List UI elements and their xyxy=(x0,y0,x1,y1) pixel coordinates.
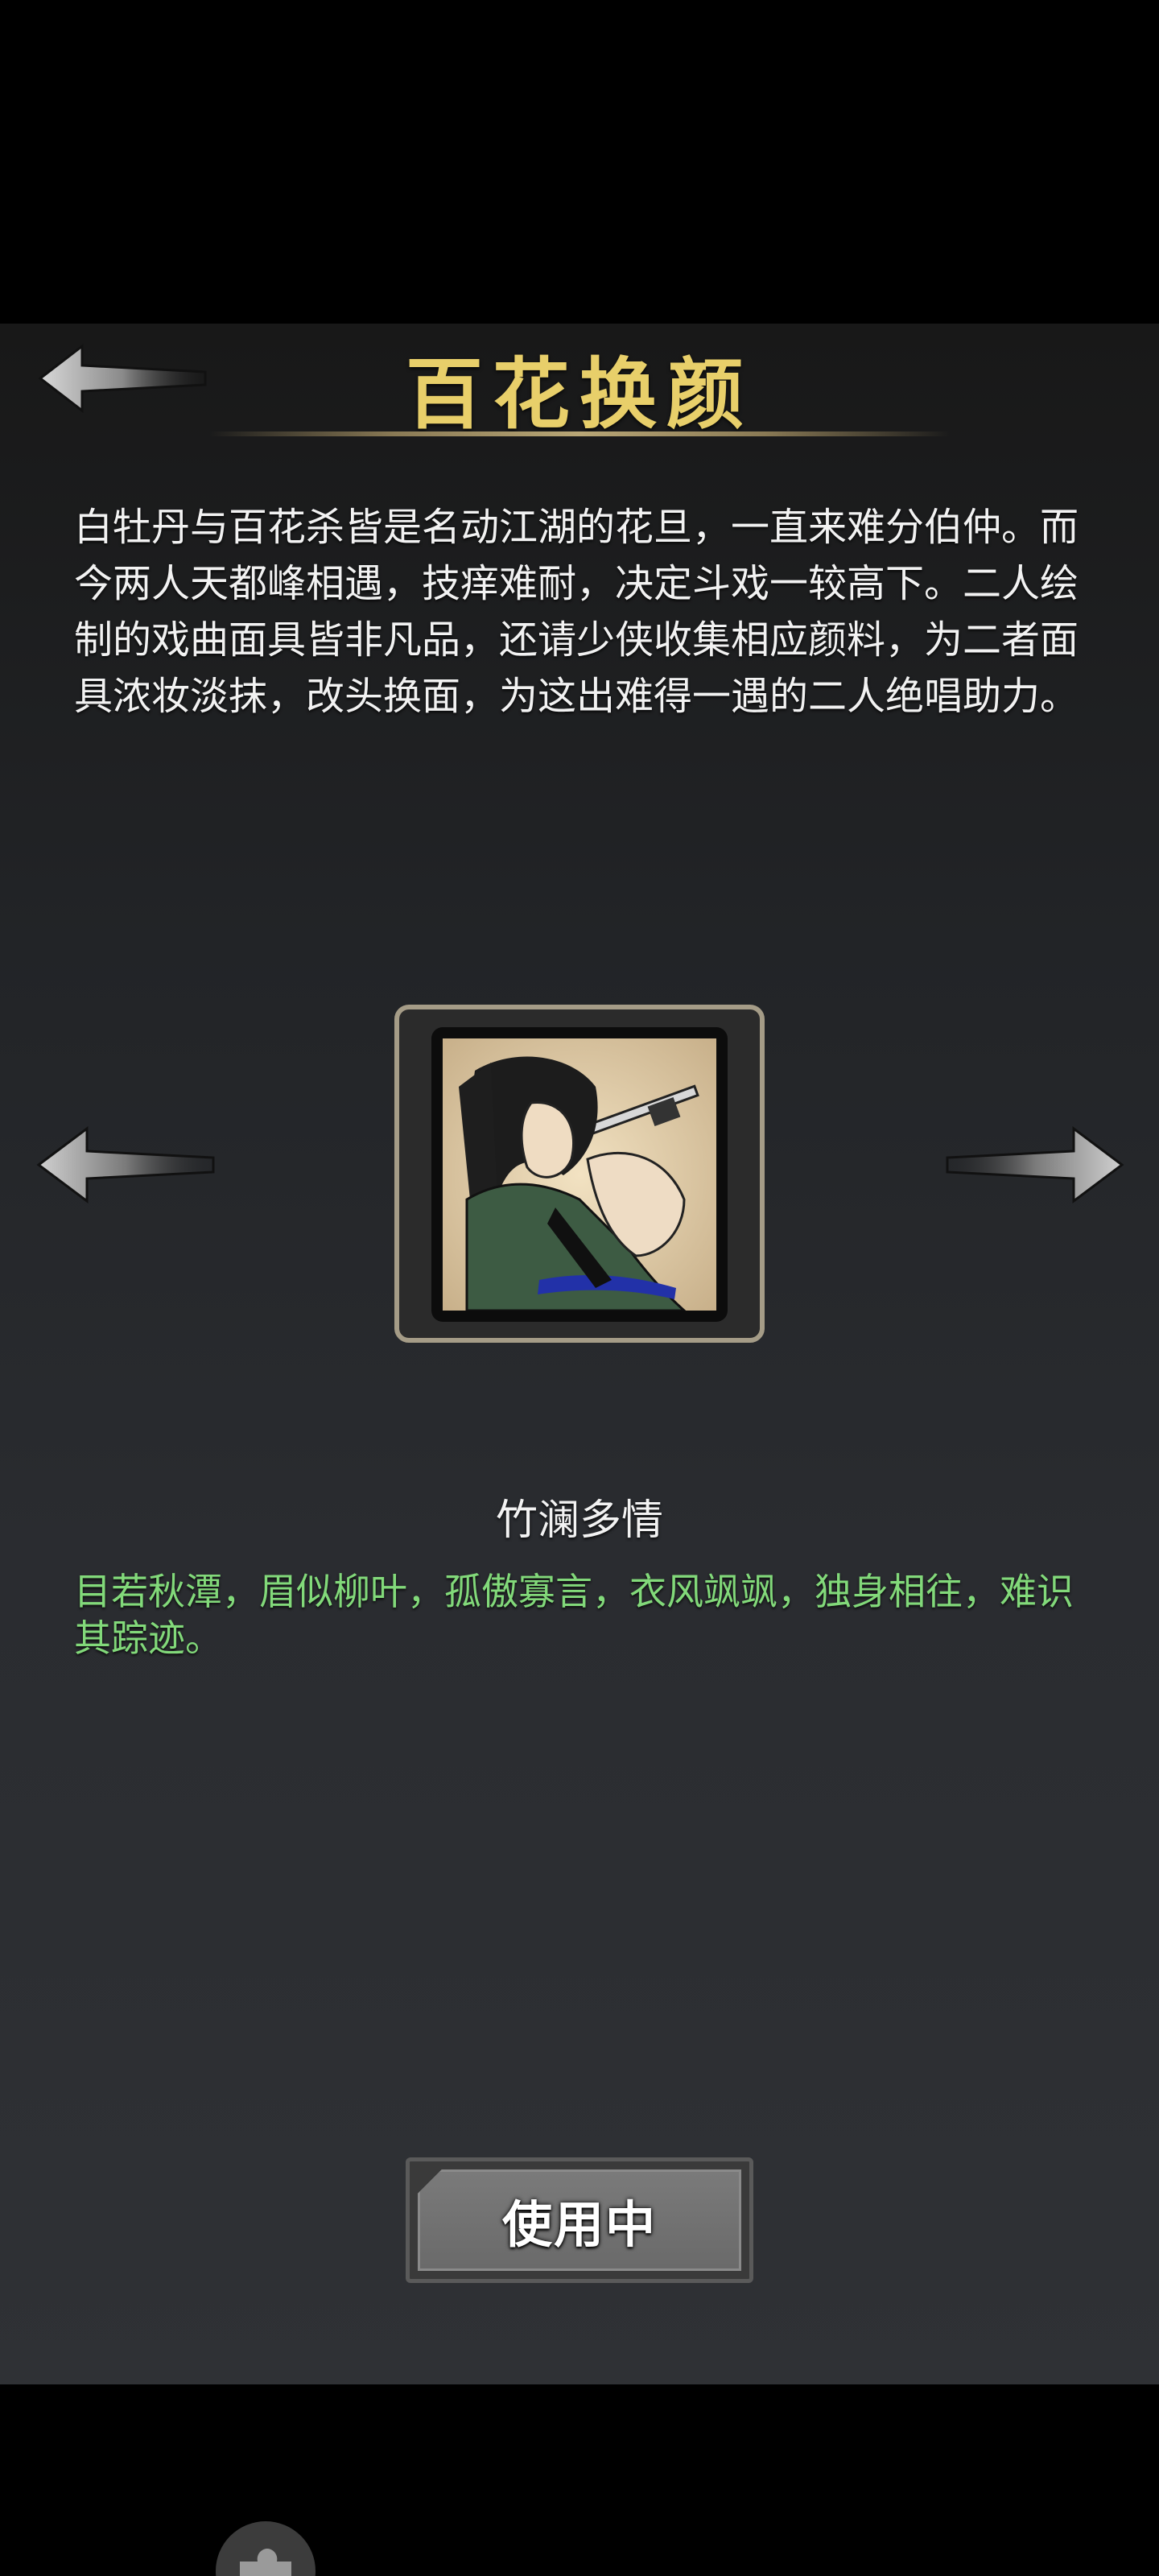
item-description: 目若秋潭，眉似柳叶，孤傲寡言，衣风飒飒，独身相往，难识其踪迹。 xyxy=(74,1570,1074,1660)
in-use-button-label: 使用中 xyxy=(501,2195,657,2254)
left-arrow-icon[interactable] xyxy=(32,1121,217,1209)
item-name: 竹澜多情 xyxy=(495,1496,663,1545)
page-title: 百花换颜 xyxy=(406,349,753,440)
right-arrow-icon[interactable] xyxy=(943,1121,1128,1209)
in-use-button-face: 使用中 xyxy=(418,2169,741,2271)
puzzle-icon xyxy=(240,2549,291,2576)
in-use-button[interactable]: 使用中 xyxy=(406,2157,753,2283)
title-divider xyxy=(209,431,950,436)
game-screen: 百花换颜 白牡丹与百花杀皆是名动江湖的花旦，一直来难分伯仲。而今两人天都峰相遇，… xyxy=(0,0,1159,2576)
portrait-inner xyxy=(431,1027,728,1322)
event-description: 白牡丹与百花杀皆是名动江湖的花旦，一直来难分伯仲。而今两人天都峰相遇，技痒难耐，… xyxy=(74,505,1079,719)
swordsman-portrait xyxy=(443,1038,716,1311)
assistive-touch-icon[interactable] xyxy=(216,2521,316,2576)
portrait-frame[interactable] xyxy=(394,1005,765,1343)
